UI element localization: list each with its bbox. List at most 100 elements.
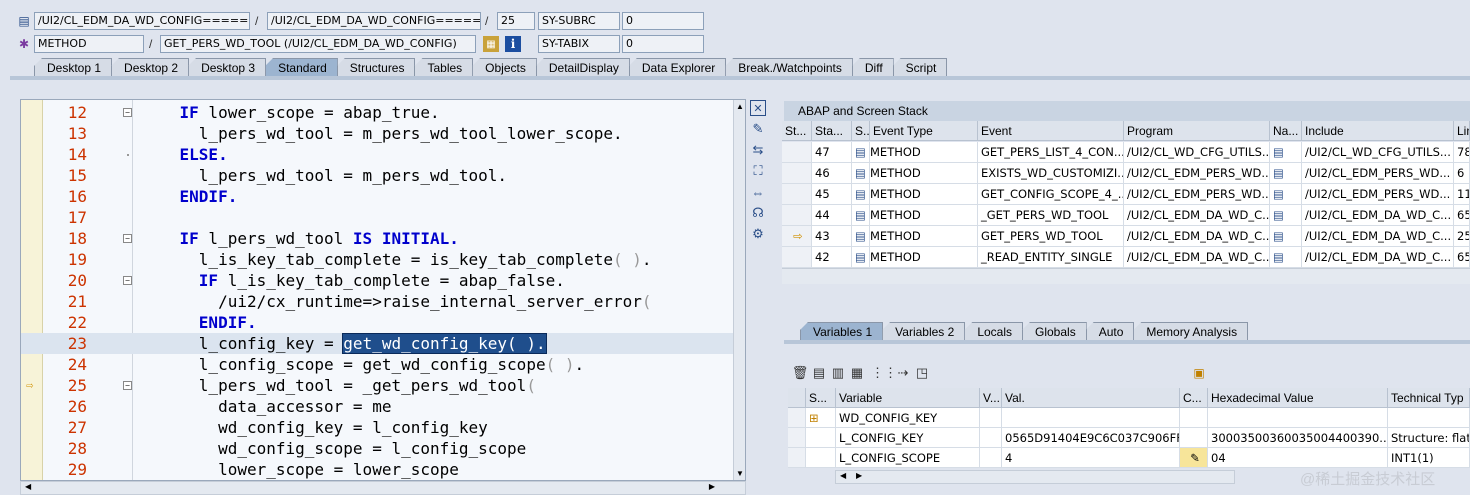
close-icon[interactable]: ✕ (750, 100, 766, 116)
code-line[interactable]: 21 /ui2/cx_runtime=>raise_internal_serve… (21, 291, 733, 312)
variable-cell-tech[interactable]: Structure: flat (1388, 428, 1470, 448)
stack-column-header[interactable]: Event Type (870, 121, 978, 141)
stack-cell-program[interactable]: /UI2/CL_EDM_DA_WD_C... (1124, 247, 1270, 268)
variable-cell-name[interactable]: L_CONFIG_SCOPE (836, 448, 980, 468)
tab-standard[interactable]: Standard (265, 58, 338, 77)
variable-cell-value[interactable]: 0565D91404E9C6C037C906FF... (1002, 428, 1180, 448)
tab-script[interactable]: Script (892, 58, 948, 77)
variables-column-header[interactable] (788, 388, 806, 408)
scroll-left-icon[interactable]: ◀ (840, 471, 846, 480)
editor-vertical-scrollbar[interactable]: ▲ ▼ (733, 100, 745, 480)
stack-cell-type[interactable]: METHOD (870, 205, 978, 226)
stack-row-marker[interactable] (782, 247, 812, 268)
sy-subrc-value[interactable]: 0 (622, 12, 704, 30)
include-field[interactable]: /UI2/CL_EDM_DA_WD_CONFIG=====... (267, 12, 481, 30)
method-type-icon[interactable]: ▤ (852, 142, 870, 163)
navigate-source-icon[interactable]: ▤ (1270, 226, 1302, 247)
variable-cell[interactable] (980, 448, 1002, 468)
code-line[interactable]: 23 l_config_key = get_wd_config_key( ). (21, 333, 733, 354)
stack-horizontal-scrollbar[interactable] (782, 268, 1470, 284)
stack-cell-program[interactable]: /UI2/CL_WD_CFG_UTILS... (1124, 142, 1270, 163)
stack-cell-line[interactable]: 11 (1454, 184, 1470, 205)
code-line[interactable]: 27 wd_config_key = l_config_key (21, 417, 733, 438)
fold-toggle-icon[interactable]: − (123, 381, 132, 390)
variables-column-header[interactable]: C... (1180, 388, 1208, 408)
variable-row-selector[interactable] (788, 428, 806, 448)
variables-column-header[interactable]: Hexadecimal Value (1208, 388, 1388, 408)
stack-cell-type[interactable]: METHOD (870, 247, 978, 268)
method-type-icon[interactable]: ▤ (852, 205, 870, 226)
variable-cell-value[interactable] (1002, 408, 1180, 428)
stack-cell-stack[interactable]: 43 (812, 226, 852, 247)
variable-cell-tech[interactable]: INT1(1) (1388, 448, 1470, 468)
info-icon[interactable]: i (505, 36, 521, 52)
editor-horizontal-scrollbar[interactable]: ◀ ▶ (20, 481, 746, 495)
variables-column-header[interactable]: Variable (836, 388, 980, 408)
stack-cell-program[interactable]: /UI2/CL_EDM_PERS_WD... (1124, 184, 1270, 205)
save-list-icon[interactable]: ▦ (849, 365, 865, 381)
tab-desktop-3[interactable]: Desktop 3 (188, 58, 267, 77)
code-line[interactable]: 13 l_pers_wd_tool = m_pers_wd_tool_lower… (21, 123, 733, 144)
variable-cell-hex[interactable] (1208, 408, 1388, 428)
code-line[interactable]: 19 l_is_key_tab_complete = is_key_tab_co… (21, 249, 733, 270)
stack-cell-stack[interactable]: 42 (812, 247, 852, 268)
stack-cell-event[interactable]: _READ_ENTITY_SINGLE (978, 247, 1124, 268)
scroll-left-icon[interactable]: ◀ (25, 482, 31, 491)
variables-column-header[interactable]: S... (806, 388, 836, 408)
stack-cell-include[interactable]: /UI2/CL_EDM_PERS_WD... (1302, 163, 1454, 184)
filter-icon[interactable]: ⋮⋮ (871, 365, 897, 381)
navigate-source-icon[interactable]: ▤ (1270, 163, 1302, 184)
edit-pencil-icon[interactable]: ✎ (1180, 448, 1208, 468)
stack-cell-type[interactable]: METHOD (870, 226, 978, 247)
code-line[interactable]: 26 data_accessor = me (21, 396, 733, 417)
tab-data-explorer[interactable]: Data Explorer (628, 58, 727, 77)
delete-icon[interactable]: 🗑 (792, 365, 809, 381)
line-field[interactable]: 25 (497, 12, 535, 30)
stack-cell-line[interactable]: 65 (1454, 247, 1470, 268)
navigate-source-icon[interactable]: ▤ (1270, 184, 1302, 205)
code-line[interactable]: 29 lower_scope = lower_scope (21, 459, 733, 480)
navigate-source-icon[interactable]: ▤ (1270, 205, 1302, 226)
stack-column-header[interactable]: Na... (1270, 121, 1302, 141)
tab-auto[interactable]: Auto (1085, 322, 1135, 341)
fold-toggle-icon[interactable]: − (123, 108, 132, 117)
stack-cell-include[interactable]: /UI2/CL_EDM_DA_WD_C... (1302, 226, 1454, 247)
stack-cell-stack[interactable]: 45 (812, 184, 852, 205)
tab-desktop-2[interactable]: Desktop 2 (111, 58, 190, 77)
stack-cell-stack[interactable]: 46 (812, 163, 852, 184)
scroll-right-icon[interactable]: ▶ (856, 471, 862, 480)
services-icon[interactable]: ☊ (750, 205, 766, 221)
type-field[interactable]: METHOD (34, 35, 144, 53)
settings-icon[interactable]: ⚙ (750, 226, 766, 242)
variables-horizontal-scrollbar[interactable]: ◀ ▶ (835, 470, 1235, 484)
variable-cell-tech[interactable] (1388, 408, 1470, 428)
detail-icon[interactable]: ◳ (914, 365, 930, 381)
stack-column-header[interactable]: Sta... (812, 121, 852, 141)
code-line[interactable]: 24 l_config_scope = get_wd_config_scope(… (21, 354, 733, 375)
stack-cell-line[interactable]: 6 (1454, 163, 1470, 184)
tab-memory-analysis[interactable]: Memory Analysis (1133, 322, 1249, 341)
stack-cell-type[interactable]: METHOD (870, 184, 978, 205)
variable-cell[interactable] (806, 428, 836, 448)
variable-row-selector[interactable] (788, 408, 806, 428)
save-icon[interactable]: ▣ (1191, 365, 1207, 381)
replace-tool-icon[interactable]: ⇆ (750, 142, 766, 158)
variables-column-header[interactable]: Val. (1002, 388, 1180, 408)
tab-desktop-1[interactable]: Desktop 1 (34, 58, 113, 77)
method-type-icon[interactable]: ▤ (852, 247, 870, 268)
shift-icon[interactable]: ⇢ (895, 365, 911, 381)
stack-row-marker[interactable] (782, 142, 812, 163)
variable-cell[interactable] (980, 428, 1002, 448)
maximize-icon[interactable]: ⛶ (750, 163, 766, 179)
code-line[interactable]: 28 wd_config_scope = l_config_scope (21, 438, 733, 459)
navigate-source-icon[interactable]: ▤ (1270, 247, 1302, 268)
import-icon[interactable]: ▤ (811, 365, 827, 381)
code-line[interactable]: 15 l_pers_wd_tool = m_pers_wd_tool. (21, 165, 733, 186)
stack-column-header[interactable]: Program (1124, 121, 1270, 141)
stack-column-header[interactable]: Include (1302, 121, 1454, 141)
scroll-up-icon[interactable]: ▲ (736, 102, 744, 111)
variable-cell-value[interactable]: 4 (1002, 448, 1180, 468)
stack-row-marker[interactable]: ⇨ (782, 226, 812, 247)
stack-cell-stack[interactable]: 44 (812, 205, 852, 226)
tab-detaildisplay[interactable]: DetailDisplay (535, 58, 630, 77)
